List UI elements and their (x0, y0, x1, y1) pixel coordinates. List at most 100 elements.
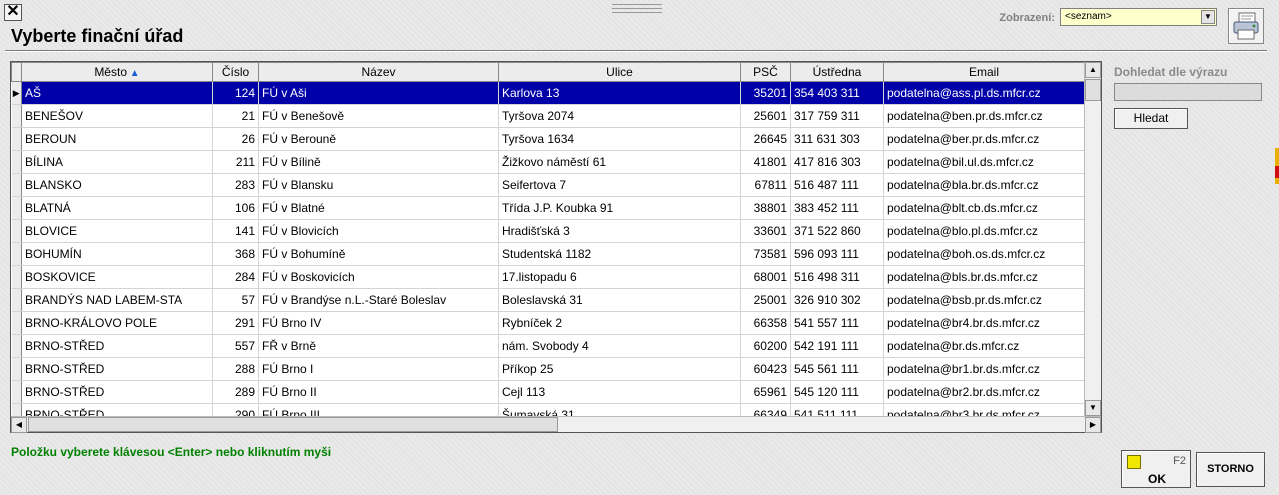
scroll-left-icon[interactable]: ◀ (11, 417, 27, 433)
close-button[interactable]: ✕ (4, 4, 22, 21)
cell-email: podatelna@bla.br.ds.mfcr.cz (883, 173, 1085, 197)
table-row[interactable]: BRNO-KRÁLOVO POLE 291 FÚ Brno IV Rybníček 2… (11, 311, 1085, 335)
table-row[interactable]: BRANDÝS NAD LABEM-STA 57 FÚ v Brandýse n.L… (11, 288, 1085, 312)
horizontal-scrollbar[interactable]: ◀ ▶ (11, 416, 1101, 433)
search-input[interactable] (1114, 83, 1262, 101)
row-indicator[interactable]: ▶ (11, 81, 22, 105)
cell-nazev: FÚ v Bohumíně (258, 242, 499, 266)
row-indicator[interactable] (11, 127, 22, 151)
ok-button[interactable]: F2 OK (1121, 450, 1191, 488)
cell-psc: 25001 (740, 288, 791, 312)
cell-cislo: 141 (212, 219, 259, 243)
table-row[interactable]: BRNO-STŘED 289 FÚ Brno II Cejl 113 65961 545 … (11, 380, 1085, 404)
zobrazeni-label: Zobrazení: (999, 12, 1055, 24)
column-header-label: Ulice (606, 65, 633, 79)
column-header-label: Město (94, 65, 127, 79)
table-row[interactable]: BENEŠOV 21 FÚ v Benešově Tyršova 2074 25601 3… (11, 104, 1085, 128)
cell-nazev: FÚ v Brandýse n.L.-Staré Boleslav (258, 288, 499, 312)
cell-ustredna: 542 191 111 (790, 334, 884, 358)
table-row[interactable]: BOSKOVICE 284 FÚ v Boskovicích 17.listopadu… (11, 265, 1085, 289)
row-indicator[interactable] (11, 380, 22, 404)
cell-ulice: nám. Svobody 4 (498, 334, 741, 358)
row-indicator[interactable] (11, 288, 22, 312)
column-header-mesto[interactable]: Město ▲ (21, 62, 213, 82)
cell-email: podatelna@ass.pl.ds.mfcr.cz (883, 81, 1085, 105)
zobrazeni-select[interactable]: <seznam> ▼ (1060, 8, 1217, 26)
cell-mesto: AŠ (21, 81, 213, 105)
scroll-down-icon[interactable]: ▼ (1085, 400, 1101, 416)
table-row[interactable]: BRNO-STŘED 557 FŘ v Brně nám. Svobody 4 6020… (11, 334, 1085, 358)
cell-nazev: FŘ v Brně (258, 334, 499, 358)
print-button[interactable] (1228, 8, 1264, 44)
scroll-up-icon[interactable]: ▲ (1085, 62, 1101, 78)
row-indicator[interactable] (11, 311, 22, 335)
close-icon: ✕ (6, 3, 20, 20)
column-header-nazev[interactable]: Název (258, 62, 499, 82)
column-header-ustredna[interactable]: Ústředna (790, 62, 884, 82)
row-indicator[interactable] (11, 357, 22, 381)
tax-office-grid[interactable]: Město ▲ Číslo Název Ulice PSČ Ústředna Email ▶… (10, 61, 1102, 433)
row-indicator[interactable] (11, 265, 22, 289)
cell-ustredna: 545 561 111 (790, 357, 884, 381)
cell-mesto: BLOVICE (21, 219, 213, 243)
vertical-scrollbar[interactable]: ▲ ▼ (1084, 62, 1101, 416)
table-row[interactable]: BEROUN 26 FÚ v Berouně Tyršova 1634 26645 311… (11, 127, 1085, 151)
cell-ulice: 17.listopadu 6 (498, 265, 741, 289)
cell-mesto: BRNO-STŘED (21, 380, 213, 404)
chevron-down-icon[interactable]: ▼ (1201, 10, 1215, 24)
cell-nazev: FÚ v Blovicích (258, 219, 499, 243)
table-row[interactable]: BLOVICE 141 FÚ v Blovicích Hradišťská 3 3360… (11, 219, 1085, 243)
column-header-psc[interactable]: PSČ (740, 62, 791, 82)
column-header-ulice[interactable]: Ulice (498, 62, 741, 82)
table-row[interactable]: BRNO-STŘED 288 FÚ Brno I Příkop 25 60423 545 … (11, 357, 1085, 381)
table-row[interactable]: ▶ AŠ 124 FÚ v Aši Karlova 13 35201 354 403 311… (11, 81, 1085, 105)
row-indicator[interactable] (11, 104, 22, 128)
search-button[interactable]: Hledat (1114, 108, 1188, 129)
cell-ustredna: 317 759 311 (790, 104, 884, 128)
row-indicator[interactable] (11, 242, 22, 266)
table-row[interactable]: BLANSKO 283 FÚ v Blansku Seifertova 7 67811 5… (11, 173, 1085, 197)
cell-email: podatelna@blo.pl.ds.mfcr.cz (883, 219, 1085, 243)
row-indicator[interactable] (11, 334, 22, 358)
cell-ulice: Cejl 113 (498, 380, 741, 404)
cell-ustredna: 417 816 303 (790, 150, 884, 174)
scroll-right-icon[interactable]: ▶ (1085, 417, 1101, 433)
cell-ulice: Příkop 25 (498, 357, 741, 381)
cell-cislo: 57 (212, 288, 259, 312)
cell-ulice: Karlova 13 (498, 81, 741, 105)
row-indicator[interactable] (11, 219, 22, 243)
row-indicator[interactable] (11, 150, 22, 174)
cell-cislo: 124 (212, 81, 259, 105)
horizontal-scroll-thumb[interactable] (28, 417, 558, 432)
storno-button[interactable]: STORNO (1196, 452, 1265, 487)
row-indicator[interactable] (11, 196, 22, 220)
column-header-email[interactable]: Email (883, 62, 1085, 82)
current-row-icon: ▶ (12, 87, 20, 98)
table-row[interactable]: BLATNÁ 106 FÚ v Blatné Třída J.P. Koubka 91… (11, 196, 1085, 220)
cell-ulice: Boleslavská 31 (498, 288, 741, 312)
status-square-icon (1127, 455, 1141, 469)
cell-nazev: FÚ v Blansku (258, 173, 499, 197)
cell-psc: 73581 (740, 242, 791, 266)
cell-psc: 38801 (740, 196, 791, 220)
cell-ustredna: 326 910 302 (790, 288, 884, 312)
cell-psc: 60200 (740, 334, 791, 358)
cell-mesto: BENEŠOV (21, 104, 213, 128)
tax-office-table: Město ▲ Číslo Název Ulice PSČ Ústředna Email ▶… (11, 62, 1085, 427)
cell-ustredna: 541 557 111 (790, 311, 884, 335)
cell-nazev: FÚ Brno II (258, 380, 499, 404)
window-drag-grip[interactable] (612, 4, 662, 13)
cell-ulice: Třída J.P. Koubka 91 (498, 196, 741, 220)
cell-psc: 60423 (740, 357, 791, 381)
cell-ulice: Tyršova 2074 (498, 104, 741, 128)
cell-psc: 33601 (740, 219, 791, 243)
cell-nazev: FÚ v Berouně (258, 127, 499, 151)
table-row[interactable]: BÍLINA 211 FÚ v Bílině Žižkovo náměstí 61 41… (11, 150, 1085, 174)
vertical-scroll-thumb[interactable] (1085, 79, 1101, 101)
cell-mesto: BRNO-STŘED (21, 357, 213, 381)
cell-email: podatelna@bsb.pr.ds.mfcr.cz (883, 288, 1085, 312)
column-header-cislo[interactable]: Číslo (212, 62, 259, 82)
cell-ustredna: 516 487 111 (790, 173, 884, 197)
row-indicator[interactable] (11, 173, 22, 197)
table-row[interactable]: BOHUMÍN 368 FÚ v Bohumíně Studentská 1182 73… (11, 242, 1085, 266)
